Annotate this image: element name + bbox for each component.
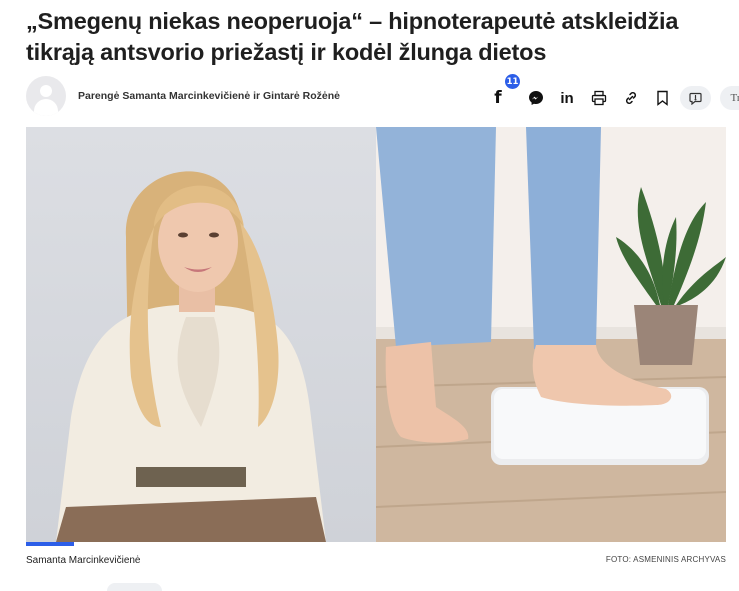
print-icon [591,90,607,106]
share-bar: f 11 in Tr [488,74,739,110]
link-icon [625,91,637,105]
photo-credit: FOTO: ASMENINIS ARCHYVAS [605,555,726,564]
article-photo [26,127,726,542]
photo-progress-indicator [26,542,74,546]
author-names: Parengė Samanta Marcinkevičienė ir Ginta… [78,90,341,102]
facebook-share-button[interactable]: f 11 [488,74,520,110]
tag-chip[interactable] [107,583,162,591]
text-size-icon: Tr [730,92,739,104]
author-avatar [26,76,66,116]
article-headline: „Smegenų niekas neoperuoja“ – hipnoterap… [26,8,679,65]
text-size-button[interactable]: Tr [720,86,739,110]
portrait-photo [26,127,376,542]
copy-link-button[interactable] [621,86,641,110]
messenger-icon [529,91,543,105]
linkedin-icon: in [560,89,574,107]
comments-button[interactable] [680,86,711,110]
bookmark-button[interactable] [654,86,670,110]
scale-photo [375,127,726,542]
photo-caption: Samanta Marcinkevičienė [26,555,141,566]
print-button[interactable] [589,86,609,110]
byline: Parengė Samanta Marcinkevičienė ir Ginta… [26,74,739,116]
facebook-icon: f [494,88,502,108]
messenger-share-button[interactable] [526,86,546,110]
share-count-badge: 11 [505,74,520,89]
bookmark-icon [656,90,668,106]
comment-icon [689,92,702,105]
linkedin-share-button[interactable]: in [558,86,576,110]
